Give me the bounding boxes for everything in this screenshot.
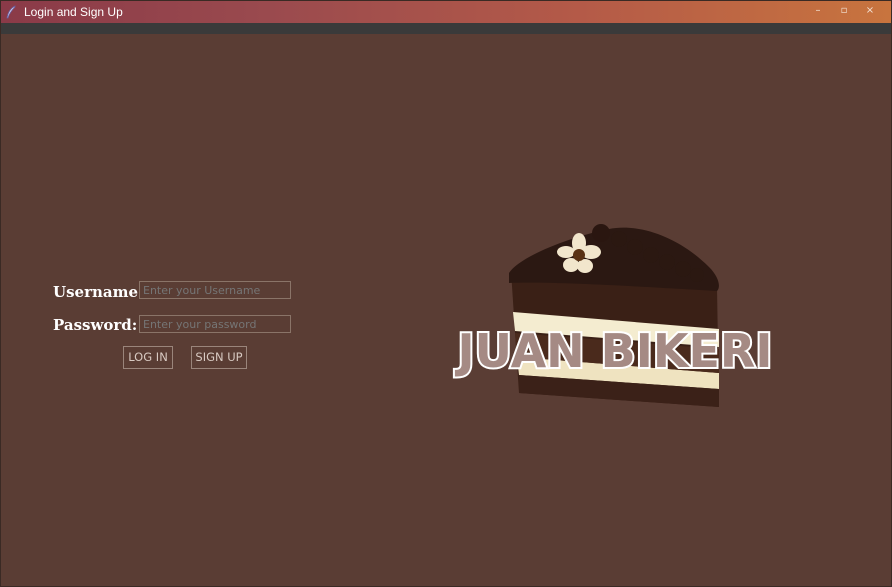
password-label: Password: bbox=[53, 316, 138, 334]
close-button[interactable]: × bbox=[857, 3, 883, 19]
cake-slice-icon: JUAN BIKERI bbox=[453, 224, 774, 407]
title-bar[interactable]: Login and Sign Up – ▫ × bbox=[1, 1, 891, 23]
logo-text: JUAN BIKERI bbox=[455, 324, 773, 378]
window-border-strip bbox=[1, 23, 891, 34]
username-label: Username: bbox=[53, 283, 144, 301]
username-input[interactable] bbox=[139, 281, 291, 299]
feather-icon bbox=[6, 5, 16, 19]
maximize-button[interactable]: ▫ bbox=[831, 3, 857, 19]
minimize-button[interactable]: – bbox=[805, 3, 831, 19]
signup-button[interactable]: SIGN UP bbox=[191, 346, 247, 369]
login-button[interactable]: LOG IN bbox=[123, 346, 173, 369]
window-title: Login and Sign Up bbox=[24, 5, 123, 19]
password-input[interactable] bbox=[139, 315, 291, 333]
app-window: Login and Sign Up – ▫ × Username: Passwo… bbox=[0, 0, 892, 587]
